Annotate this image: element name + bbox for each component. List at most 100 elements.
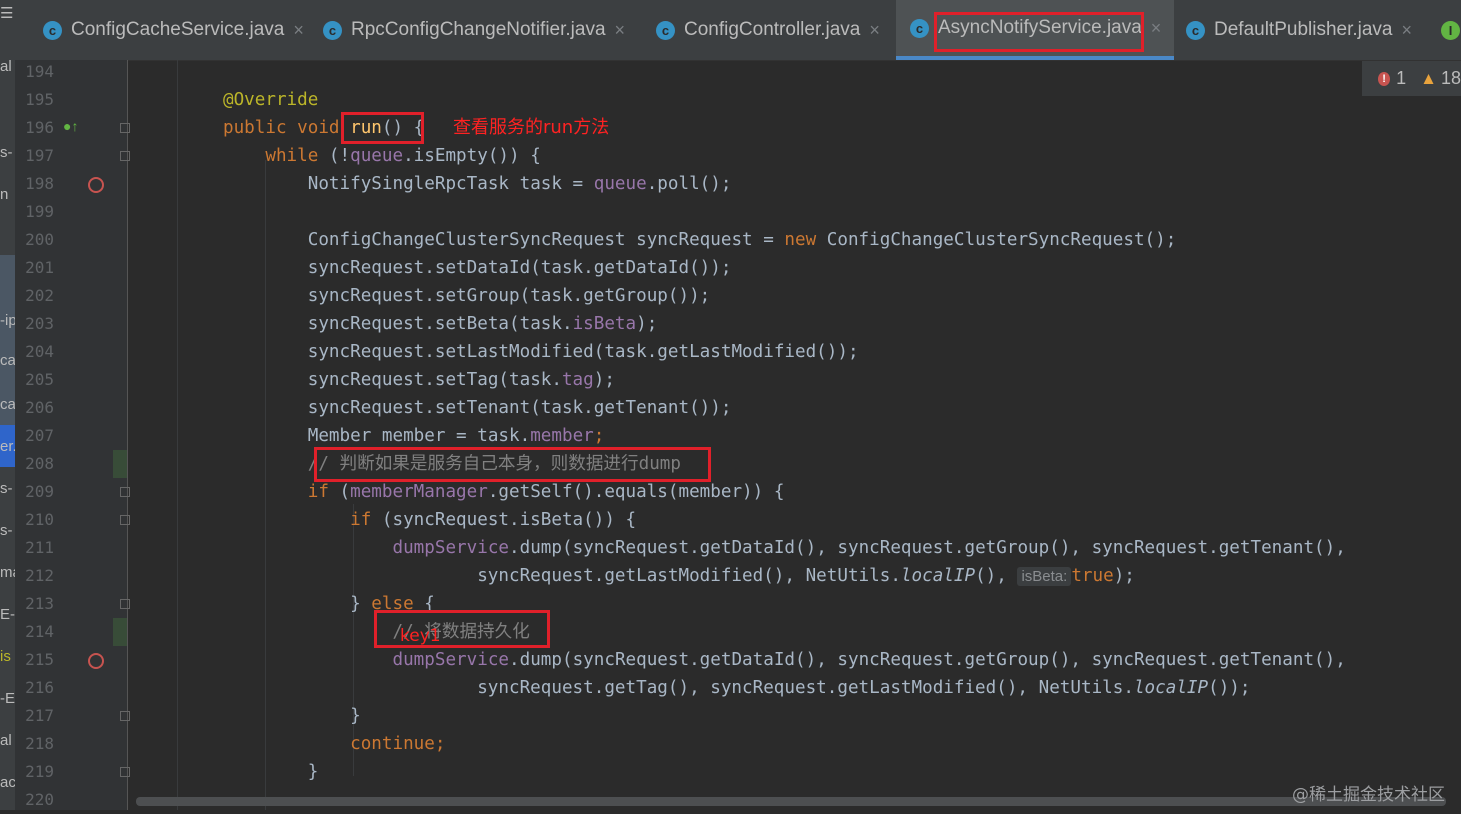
line-number: 199 xyxy=(25,202,54,221)
close-icon[interactable]: × xyxy=(615,20,626,41)
code-line-202: syncRequest.setGroup(task.getGroup()); xyxy=(223,282,711,310)
line-number: 216 xyxy=(25,678,54,697)
project-panel-item[interactable]: al xyxy=(0,58,12,75)
indent-guide xyxy=(177,60,178,810)
code-line-209: if (memberManager.getSelf().equals(membe… xyxy=(223,478,785,506)
code-token: ()); xyxy=(1208,678,1251,698)
code-line-205: syncRequest.setTag(task.tag); xyxy=(223,366,615,394)
annotation-token: @Override xyxy=(223,90,319,110)
code-token: ); xyxy=(1113,566,1135,586)
project-panel-item[interactable]: ac xyxy=(0,774,15,791)
keyword-token: while xyxy=(265,146,319,166)
warning-icon: ▲ xyxy=(1420,68,1437,88)
field-token: dumpService xyxy=(392,538,510,558)
code-line-195: @Override xyxy=(223,86,318,114)
line-number: 197 xyxy=(25,146,54,165)
line-number: 205 xyxy=(25,370,54,389)
class-icon: c xyxy=(43,20,62,40)
annotation-key-note: key1 xyxy=(400,626,441,646)
line-number: 214 xyxy=(25,622,54,641)
code-token: syncRequest.setBeta(task. xyxy=(307,314,573,334)
static-method-token: localIP xyxy=(900,566,976,586)
close-icon[interactable]: × xyxy=(869,20,880,41)
close-icon[interactable]: × xyxy=(1402,20,1413,41)
horizontal-scrollbar[interactable] xyxy=(136,797,1446,806)
line-number: 202 xyxy=(25,286,54,305)
code-token: .getSelf().equals(member)) { xyxy=(487,482,785,502)
project-panel-item[interactable]: s- xyxy=(0,144,13,161)
tab-config-controller[interactable]: c ConfigController.java × xyxy=(656,0,880,60)
code-line-215: dumpService.dump(syncRequest.getDataId()… xyxy=(223,646,1345,674)
code-line-218: continue; xyxy=(223,730,445,758)
warning-count: 18 xyxy=(1440,68,1461,88)
project-panel-item[interactable]: -E xyxy=(0,690,15,707)
field-token: queue xyxy=(593,174,647,194)
project-panel-item[interactable]: s- xyxy=(0,480,13,497)
field-token: member xyxy=(530,426,594,446)
code-line-200: ConfigChangeClusterSyncRequest syncReque… xyxy=(223,226,1177,254)
line-number: 204 xyxy=(25,342,54,361)
code-line-206: syncRequest.setTenant(task.getTenant()); xyxy=(223,394,732,422)
close-icon[interactable]: × xyxy=(293,20,304,41)
project-panel-item[interactable]: al xyxy=(0,732,12,749)
code-line-217: } xyxy=(223,702,361,730)
tab-label: DefaultPublisher.java xyxy=(1214,19,1393,40)
field-token: tag xyxy=(561,370,594,390)
error-count: 1 xyxy=(1396,68,1407,88)
project-panel-item[interactable]: ma xyxy=(0,564,15,581)
tab-label: ConfigController.java xyxy=(684,19,861,40)
line-number: 196 xyxy=(25,118,54,137)
code-token: syncRequest.setDataId(task.getDataId()); xyxy=(307,258,732,278)
class-icon: c xyxy=(910,18,929,38)
keyword-token: new xyxy=(784,230,817,250)
tab-overflow-interface[interactable]: I xyxy=(1441,0,1461,60)
breakpoint-icon[interactable] xyxy=(88,653,104,669)
line-number: 208 xyxy=(25,454,54,473)
interface-icon: I xyxy=(1441,20,1460,40)
project-panel-item[interactable]: ca xyxy=(0,352,15,369)
project-panel-menu-icon[interactable]: ☰ xyxy=(0,4,13,22)
tab-default-publisher[interactable]: c DefaultPublisher.java × xyxy=(1186,0,1412,60)
project-panel-item[interactable]: is xyxy=(0,648,11,665)
line-number: 212 xyxy=(25,566,54,585)
code-editor[interactable]: @Override public void run() { while (!qu… xyxy=(128,60,1461,810)
project-panel-item[interactable]: E-| xyxy=(0,606,15,623)
breakpoint-icon[interactable] xyxy=(88,177,104,193)
project-panel-item[interactable]: s- xyxy=(0,522,13,539)
project-panel-item[interactable]: ca xyxy=(0,396,15,413)
code-token: syncRequest.setTag(task. xyxy=(307,370,562,390)
line-number: 215 xyxy=(25,650,54,669)
project-panel-item[interactable]: er. xyxy=(0,438,15,455)
error-icon: ! xyxy=(1378,71,1391,86)
override-marker-icon[interactable]: ●↑ xyxy=(63,118,78,134)
vcs-change-marker[interactable] xyxy=(113,450,127,478)
code-token: ( xyxy=(328,482,351,502)
project-panel-item[interactable]: -ip xyxy=(0,312,15,329)
vcs-change-marker[interactable] xyxy=(113,618,127,646)
line-number: 200 xyxy=(25,230,54,249)
tab-rpc-config-change-notifier[interactable]: c RpcConfigChangeNotifier.java × xyxy=(323,0,625,60)
tab-label: ConfigCacheService.java xyxy=(71,19,285,40)
code-token: ConfigChangeClusterSyncRequest syncReque… xyxy=(307,230,785,250)
line-number: 195 xyxy=(25,90,54,109)
code-token: ConfigChangeClusterSyncRequest(); xyxy=(816,230,1177,250)
keyword-token: continue; xyxy=(350,734,446,754)
close-icon[interactable]: × xyxy=(1151,18,1162,39)
parameter-hint: isBeta: xyxy=(1017,567,1072,586)
keyword-token: if xyxy=(307,482,329,502)
code-token: NotifySingleRpcTask task = xyxy=(307,174,594,194)
code-token: Member member = task. xyxy=(307,426,531,446)
project-panel-item[interactable]: n xyxy=(0,186,8,203)
line-number: 201 xyxy=(25,258,54,277)
inspection-widget[interactable]: ! 1 ▲ 18 xyxy=(1362,61,1461,96)
keyword-token: true xyxy=(1071,566,1114,586)
code-line-201: syncRequest.setDataId(task.getDataId()); xyxy=(223,254,732,282)
project-panel-strip[interactable]: ☰ al s- n -ip ca ca er. s- s- ma E-| is … xyxy=(0,0,15,810)
tab-label: RpcConfigChangeNotifier.java xyxy=(351,19,606,40)
field-token: dumpService xyxy=(392,650,510,670)
code-token: ); xyxy=(593,370,615,390)
tab-config-cache-service[interactable]: c ConfigCacheService.java × xyxy=(43,0,304,60)
line-number: 219 xyxy=(25,762,54,781)
highlight-box-dump-comment xyxy=(314,447,711,482)
code-token: } xyxy=(307,762,319,782)
